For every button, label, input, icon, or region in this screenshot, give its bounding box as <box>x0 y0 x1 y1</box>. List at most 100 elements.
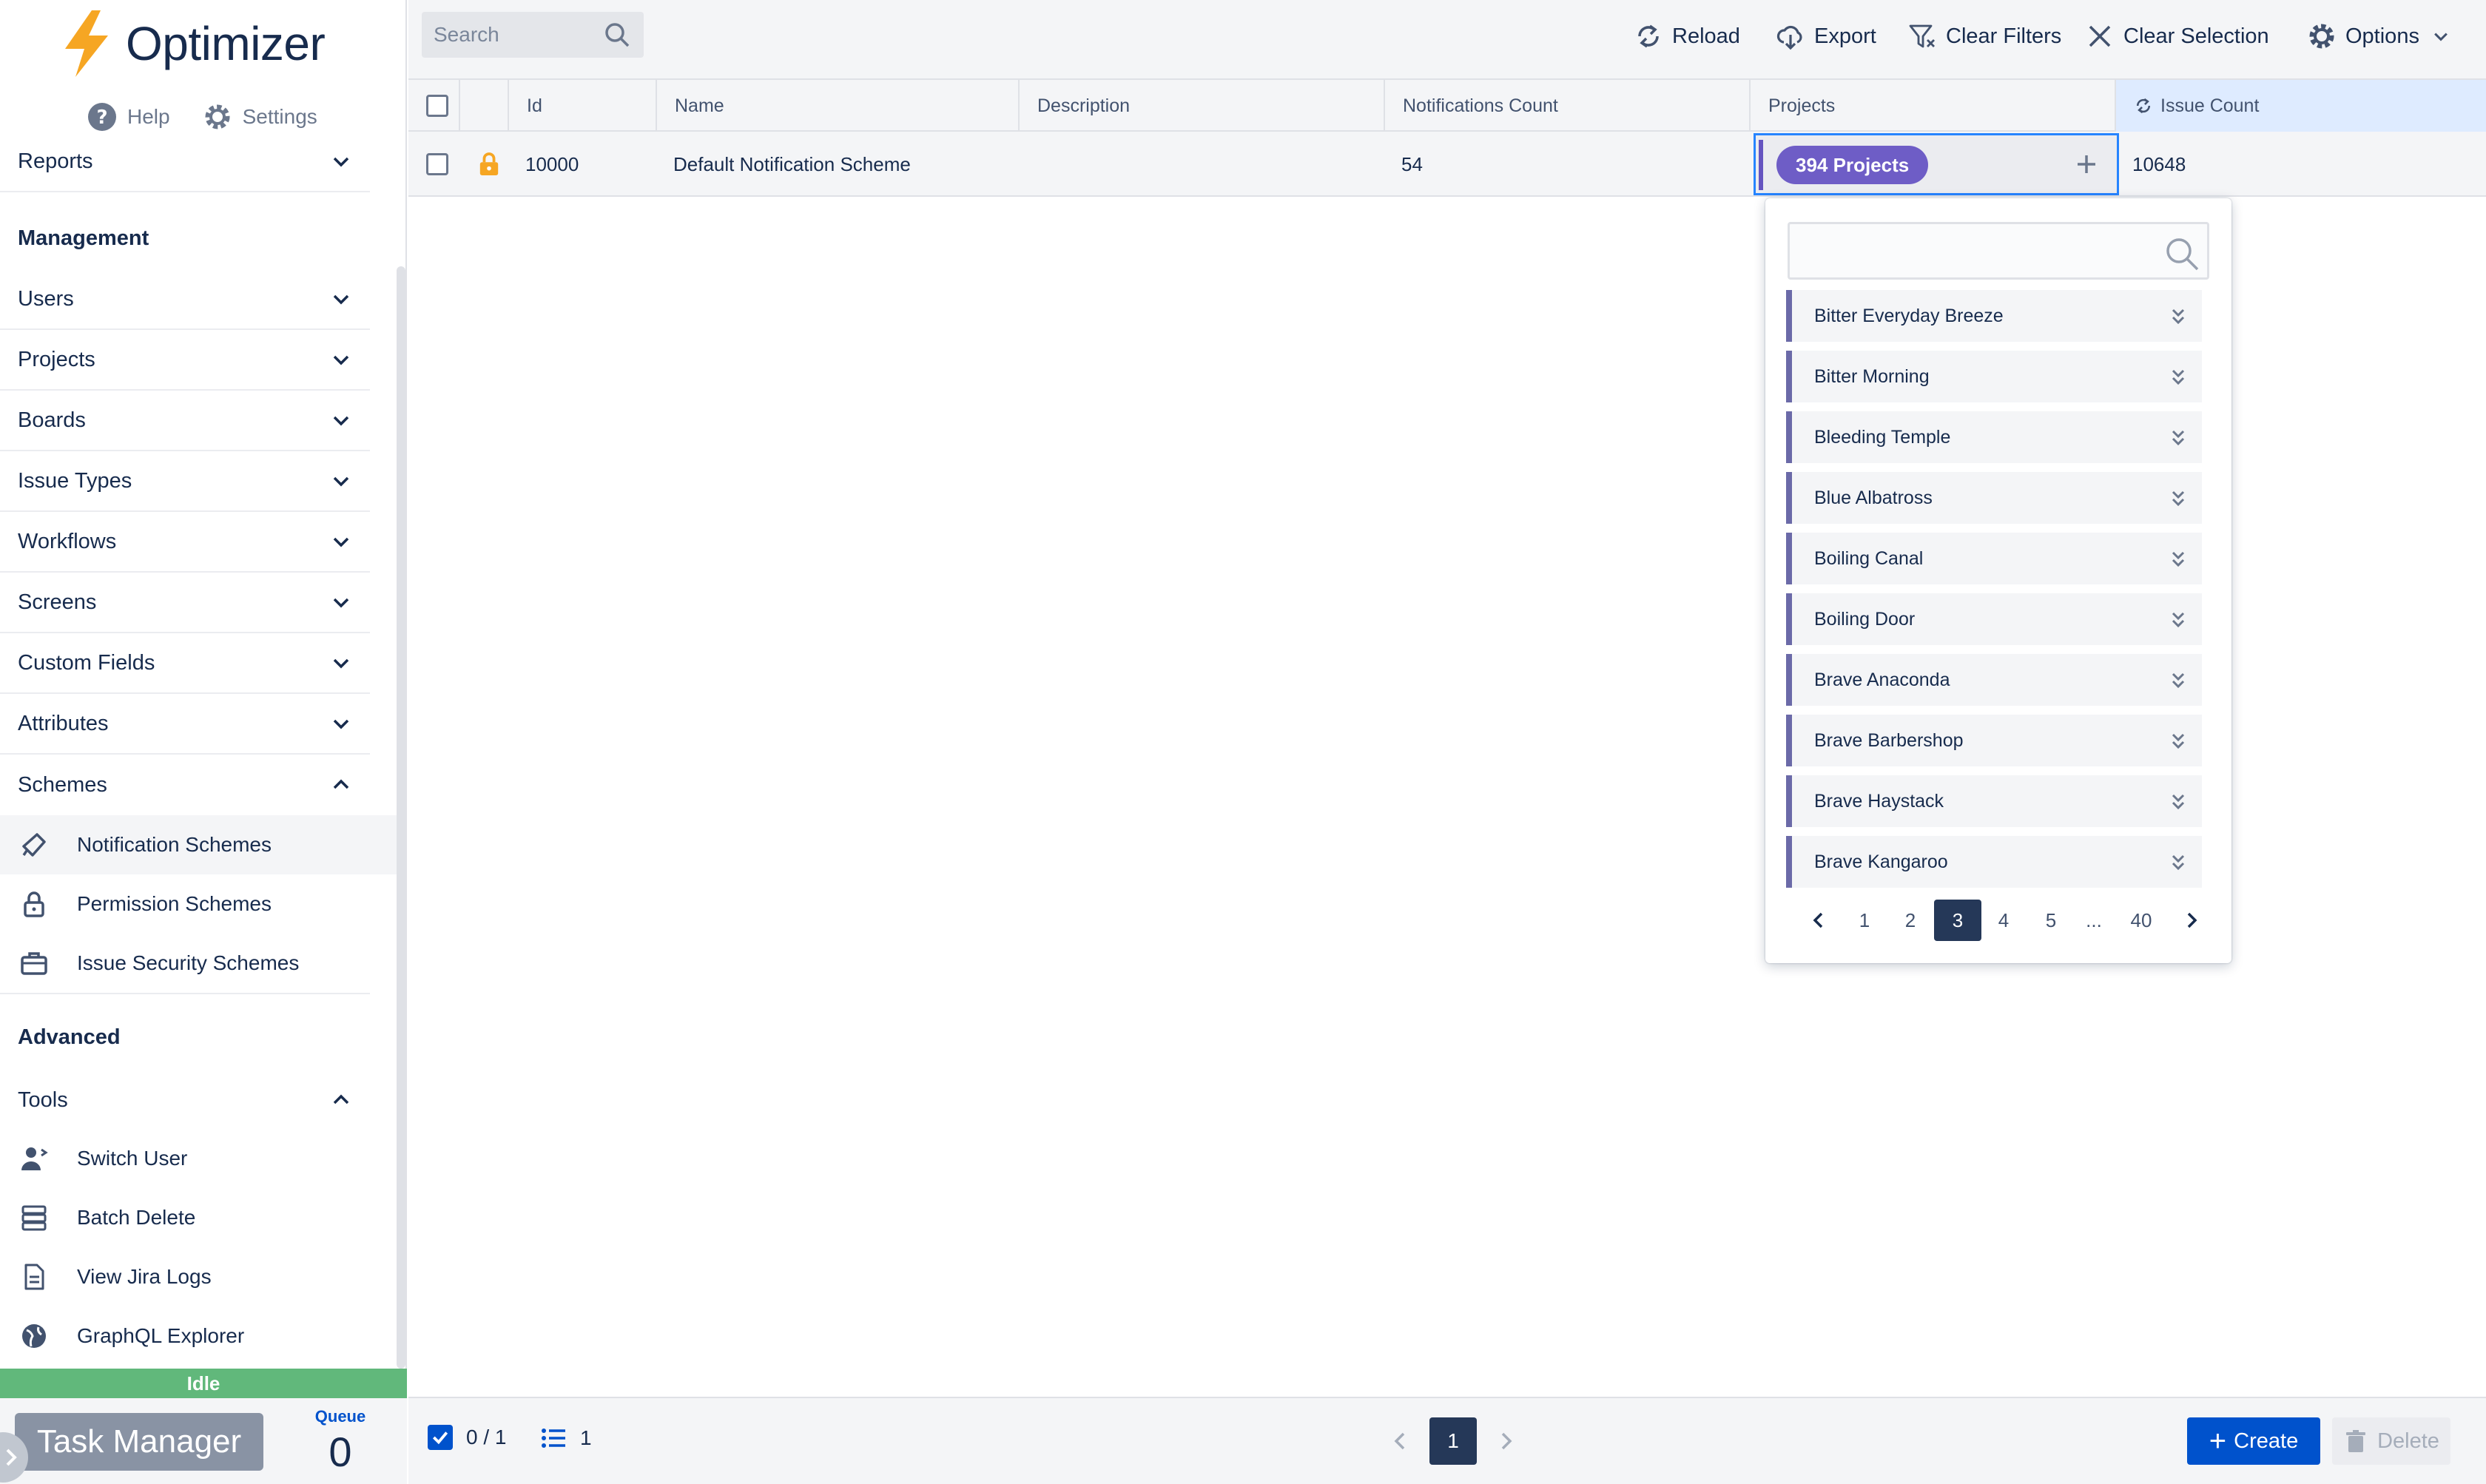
column-header-issue-count[interactable]: Issue Count <box>2115 80 2486 132</box>
double-chevron-icon[interactable] <box>2168 488 2189 509</box>
chevron-down-icon <box>333 476 349 487</box>
row-select-cell <box>408 132 459 197</box>
list-item-label: Bitter Morning <box>1814 365 1930 387</box>
sidebar-item-issue-security-schemes[interactable]: Issue Security Schemes <box>0 934 397 993</box>
list-item[interactable]: Boiling Door <box>1786 593 2202 645</box>
double-chevron-icon[interactable] <box>2168 428 2189 448</box>
footer-page-button[interactable]: 1 <box>1429 1417 1477 1465</box>
app-logo[interactable]: Optimizer <box>59 10 326 77</box>
cell-projects[interactable]: 394 Projects <box>1754 133 2119 195</box>
page-button-2[interactable]: 2 <box>1887 900 1934 941</box>
column-header-id[interactable]: Id <box>508 80 656 132</box>
double-chevron-icon[interactable] <box>2168 731 2189 752</box>
dropdown-search-input[interactable] <box>1802 233 2149 269</box>
nav-item-workflows[interactable]: Workflows <box>0 512 370 573</box>
export-button[interactable]: Export <box>1776 16 1876 56</box>
nav-item-label: Screens <box>18 590 97 614</box>
nav-item-schemes[interactable]: Schemes <box>0 755 370 815</box>
reload-button[interactable]: Reload <box>1634 16 1740 56</box>
clear-selection-button[interactable]: Clear Selection <box>2085 16 2269 56</box>
list-item[interactable]: Blue Albatross <box>1786 472 2202 524</box>
nav-item-label: Tools <box>18 1087 68 1112</box>
chevron-left-icon[interactable] <box>1385 1426 1415 1456</box>
plus-icon: + <box>2209 1425 2227 1457</box>
task-manager-button[interactable]: Task Manager <box>15 1413 263 1471</box>
help-settings-row: ? Help Settings <box>87 102 350 132</box>
sidebar-item-graphql-explorer[interactable]: GraphQL Explorer <box>0 1306 397 1366</box>
expand-handle-icon[interactable] <box>0 1428 30 1484</box>
help-link[interactable]: ? Help <box>87 102 170 132</box>
sidebar-item-notification-schemes[interactable]: Notification Schemes <box>0 815 397 874</box>
double-chevron-icon[interactable] <box>2168 610 2189 630</box>
nav-item-reports[interactable]: Reports <box>0 132 370 192</box>
double-chevron-icon[interactable] <box>2168 852 2189 873</box>
list-item[interactable]: Brave Anaconda <box>1786 654 2202 706</box>
settings-link[interactable]: Settings <box>203 102 317 132</box>
selection-count-text: 0 / 1 <box>466 1426 507 1448</box>
list-item[interactable]: Bitter Everyday Breeze <box>1786 290 2202 342</box>
list-item[interactable]: Bitter Morning <box>1786 351 2202 402</box>
nav-item-tools[interactable]: Tools <box>0 1070 370 1130</box>
delete-button[interactable]: Delete <box>2332 1417 2450 1465</box>
page-button-1[interactable]: 1 <box>1841 900 1888 941</box>
options-button[interactable]: Options <box>2307 16 2459 56</box>
nav-item-issue-types[interactable]: Issue Types <box>0 451 370 512</box>
row-count-text: 1 <box>580 1426 592 1449</box>
nav-item-custom-fields[interactable]: Custom Fields <box>0 633 370 694</box>
column-header-description[interactable]: Description <box>1018 80 1384 132</box>
page-button-40[interactable]: 40 <box>2118 900 2165 941</box>
select-all-checkbox[interactable] <box>426 95 448 117</box>
sidebar-item-switch-user[interactable]: Switch User <box>0 1129 397 1188</box>
sidebar-item-permission-schemes[interactable]: Permission Schemes <box>0 874 397 934</box>
sidebar: Optimizer ? Help Settings Reports Manage… <box>0 0 407 1484</box>
chevron-down-icon <box>333 416 349 426</box>
search-input[interactable] <box>434 23 596 47</box>
row-count[interactable]: 1 <box>540 1425 592 1451</box>
sidebar-item-view-jira-logs[interactable]: View Jira Logs <box>0 1247 397 1306</box>
column-header-projects[interactable]: Projects <box>1749 80 2115 132</box>
nav-item-users[interactable]: Users <box>0 269 370 330</box>
projects-badge[interactable]: 394 Projects <box>1776 146 1929 184</box>
list-item[interactable]: Brave Kangaroo <box>1786 836 2202 888</box>
create-button[interactable]: + Create <box>2187 1417 2320 1465</box>
table-row[interactable]: 10000 Default Notification Scheme 54 106… <box>408 132 2486 197</box>
chevron-right-icon[interactable] <box>1492 1426 1521 1456</box>
column-header-notifications-count[interactable]: Notifications Count <box>1384 80 1749 132</box>
sidebar-scrollbar[interactable] <box>397 266 405 1369</box>
list-item[interactable]: Bleeding Temple <box>1786 411 2202 463</box>
clear-selection-label: Clear Selection <box>2123 24 2269 48</box>
list-item[interactable]: Brave Haystack <box>1786 775 2202 827</box>
double-chevron-icon[interactable] <box>2168 306 2189 327</box>
prev-page-button[interactable] <box>1795 900 1842 941</box>
chevron-down-icon <box>333 537 349 547</box>
double-chevron-icon[interactable] <box>2168 367 2189 388</box>
double-chevron-icon[interactable] <box>2168 792 2189 812</box>
next-page-button[interactable] <box>2168 900 2215 941</box>
clear-filters-button[interactable]: Clear Filters <box>1907 16 2061 56</box>
selection-checkbox[interactable] <box>428 1425 453 1450</box>
plus-icon[interactable] <box>2069 147 2103 181</box>
column-header-name[interactable]: Name <box>656 80 1018 132</box>
page-button-3[interactable]: 3 <box>1934 900 1981 941</box>
row-checkbox[interactable] <box>426 153 448 175</box>
nav-item-label: Boards <box>18 408 86 432</box>
selection-count[interactable]: 0 / 1 <box>428 1425 506 1450</box>
page-ellipsis: ... <box>2086 908 2102 931</box>
nav-item-attributes[interactable]: Attributes <box>0 694 370 755</box>
section-management: Management <box>18 226 149 250</box>
clear-filters-label: Clear Filters <box>1946 24 2062 48</box>
list-item[interactable]: Boiling Canal <box>1786 533 2202 584</box>
batch-delete-icon <box>21 1205 47 1231</box>
nav-item-projects[interactable]: Projects <box>0 330 370 391</box>
nav-item-screens[interactable]: Screens <box>0 573 370 633</box>
search-icon[interactable] <box>602 20 632 50</box>
search-icon[interactable] <box>2163 235 2201 273</box>
page-button-4[interactable]: 4 <box>1980 900 2027 941</box>
double-chevron-icon[interactable] <box>2168 549 2189 570</box>
page-button-5[interactable]: 5 <box>2027 900 2075 941</box>
gear-icon <box>2309 24 2334 49</box>
sidebar-item-batch-delete[interactable]: Batch Delete <box>0 1188 397 1247</box>
list-item[interactable]: Brave Barbershop <box>1786 715 2202 766</box>
nav-item-boards[interactable]: Boards <box>0 391 370 451</box>
double-chevron-icon[interactable] <box>2168 670 2189 691</box>
